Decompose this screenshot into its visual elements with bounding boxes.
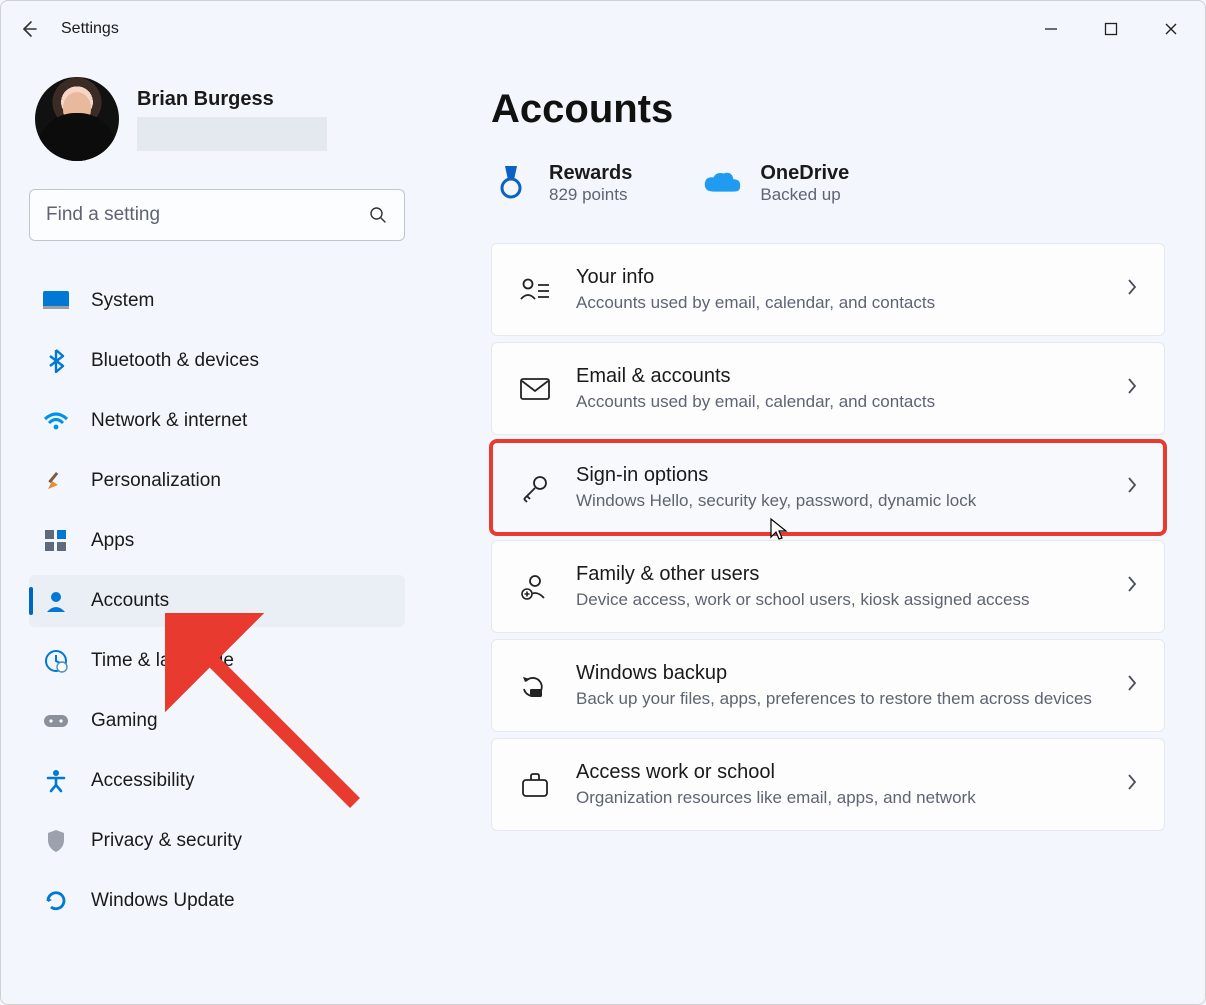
display-icon [43, 288, 69, 314]
summary-onedrive[interactable]: OneDrive Backed up [702, 162, 849, 205]
nav-item-bluetooth[interactable]: Bluetooth & devices [29, 335, 405, 387]
card-work-school[interactable]: Access work or school Organization resou… [491, 738, 1165, 831]
close-button[interactable] [1141, 5, 1201, 53]
card-title: Windows backup [576, 662, 1102, 685]
card-title: Family & other users [576, 563, 1102, 586]
person-lines-icon [518, 273, 552, 307]
nav-label: Bluetooth & devices [91, 350, 259, 372]
nav-item-system[interactable]: System [29, 275, 405, 327]
back-button[interactable] [5, 5, 53, 53]
update-icon [43, 888, 69, 914]
card-sub: Device access, work or school users, kio… [576, 590, 1102, 610]
card-sub: Back up your files, apps, preferences to… [576, 689, 1102, 709]
chevron-right-icon [1126, 475, 1138, 500]
clock-globe-icon [43, 648, 69, 674]
card-title: Your info [576, 266, 1102, 289]
nav-item-network[interactable]: Network & internet [29, 395, 405, 447]
maximize-icon [1104, 22, 1118, 36]
key-icon [518, 471, 552, 505]
cloud-icon [702, 164, 742, 204]
backup-icon [518, 669, 552, 703]
summary-rewards[interactable]: Rewards 829 points [491, 162, 632, 205]
onedrive-title: OneDrive [760, 162, 849, 185]
nav-item-windows-update[interactable]: Windows Update [29, 875, 405, 927]
card-title: Email & accounts [576, 365, 1102, 388]
minimize-button[interactable] [1021, 5, 1081, 53]
rewards-sub: 829 points [549, 185, 632, 205]
nav-label: Accounts [91, 590, 169, 612]
bluetooth-icon [43, 348, 69, 374]
card-title: Sign-in options [576, 464, 1102, 487]
main-content: Accounts Rewards 829 points OneDrive Bac… [431, 57, 1205, 1004]
nav-label: Gaming [91, 710, 158, 732]
card-your-info[interactable]: Your info Accounts used by email, calend… [491, 243, 1165, 336]
nav-item-time-language[interactable]: Time & language [29, 635, 405, 687]
gamepad-icon [43, 708, 69, 734]
card-sub: Accounts used by email, calendar, and co… [576, 293, 1102, 313]
person-plus-icon [518, 570, 552, 604]
nav-label: Accessibility [91, 770, 194, 792]
paintbrush-icon [43, 468, 69, 494]
nav-label: Personalization [91, 470, 221, 492]
search-input[interactable] [46, 204, 368, 226]
window-controls [1021, 5, 1201, 53]
rewards-medal-icon [491, 164, 531, 204]
nav-label: System [91, 290, 154, 312]
arrow-left-icon [19, 19, 39, 39]
nav-item-personalization[interactable]: Personalization [29, 455, 405, 507]
card-family-users[interactable]: Family & other users Device access, work… [491, 540, 1165, 633]
card-sub: Organization resources like email, apps,… [576, 788, 1102, 808]
nav-item-apps[interactable]: Apps [29, 515, 405, 567]
card-sub: Accounts used by email, calendar, and co… [576, 392, 1102, 412]
card-sign-in-options[interactable]: Sign-in options Windows Hello, security … [491, 441, 1165, 534]
shield-icon [43, 828, 69, 854]
minimize-icon [1044, 22, 1058, 36]
nav-item-gaming[interactable]: Gaming [29, 695, 405, 747]
titlebar: Settings [1, 1, 1205, 57]
nav-label: Windows Update [91, 890, 235, 912]
accessibility-icon [43, 768, 69, 794]
card-email-accounts[interactable]: Email & accounts Accounts used by email,… [491, 342, 1165, 435]
rewards-title: Rewards [549, 162, 632, 185]
nav-label: Time & language [91, 650, 234, 672]
nav-item-privacy[interactable]: Privacy & security [29, 815, 405, 867]
search-icon [368, 205, 388, 225]
chevron-right-icon [1126, 772, 1138, 797]
window-title: Settings [61, 20, 119, 38]
profile-email-redacted [137, 117, 327, 151]
card-title: Access work or school [576, 761, 1102, 784]
avatar [35, 77, 119, 161]
account-summary: Rewards 829 points OneDrive Backed up [491, 162, 1165, 205]
chevron-right-icon [1126, 277, 1138, 302]
person-icon [43, 588, 69, 614]
page-title: Accounts [491, 87, 1165, 132]
nav-label: Apps [91, 530, 134, 552]
card-windows-backup[interactable]: Windows backup Back up your files, apps,… [491, 639, 1165, 732]
close-icon [1164, 22, 1178, 36]
search-box[interactable] [29, 189, 405, 241]
nav-item-accessibility[interactable]: Accessibility [29, 755, 405, 807]
nav: System Bluetooth & devices Network & int… [29, 271, 405, 931]
sidebar: Brian Burgess System Bluetooth & devices… [1, 57, 431, 1004]
nav-item-accounts[interactable]: Accounts [29, 575, 405, 627]
chevron-right-icon [1126, 673, 1138, 698]
profile-block[interactable]: Brian Burgess [35, 77, 405, 161]
nav-label: Network & internet [91, 410, 247, 432]
settings-cards: Your info Accounts used by email, calend… [491, 243, 1165, 831]
onedrive-sub: Backed up [760, 185, 849, 205]
maximize-button[interactable] [1081, 5, 1141, 53]
apps-icon [43, 528, 69, 554]
chevron-right-icon [1126, 376, 1138, 401]
envelope-icon [518, 372, 552, 406]
chevron-right-icon [1126, 574, 1138, 599]
wifi-icon [43, 408, 69, 434]
card-sub: Windows Hello, security key, password, d… [576, 491, 1102, 511]
nav-label: Privacy & security [91, 830, 242, 852]
briefcase-icon [518, 768, 552, 802]
profile-name: Brian Burgess [137, 88, 327, 111]
